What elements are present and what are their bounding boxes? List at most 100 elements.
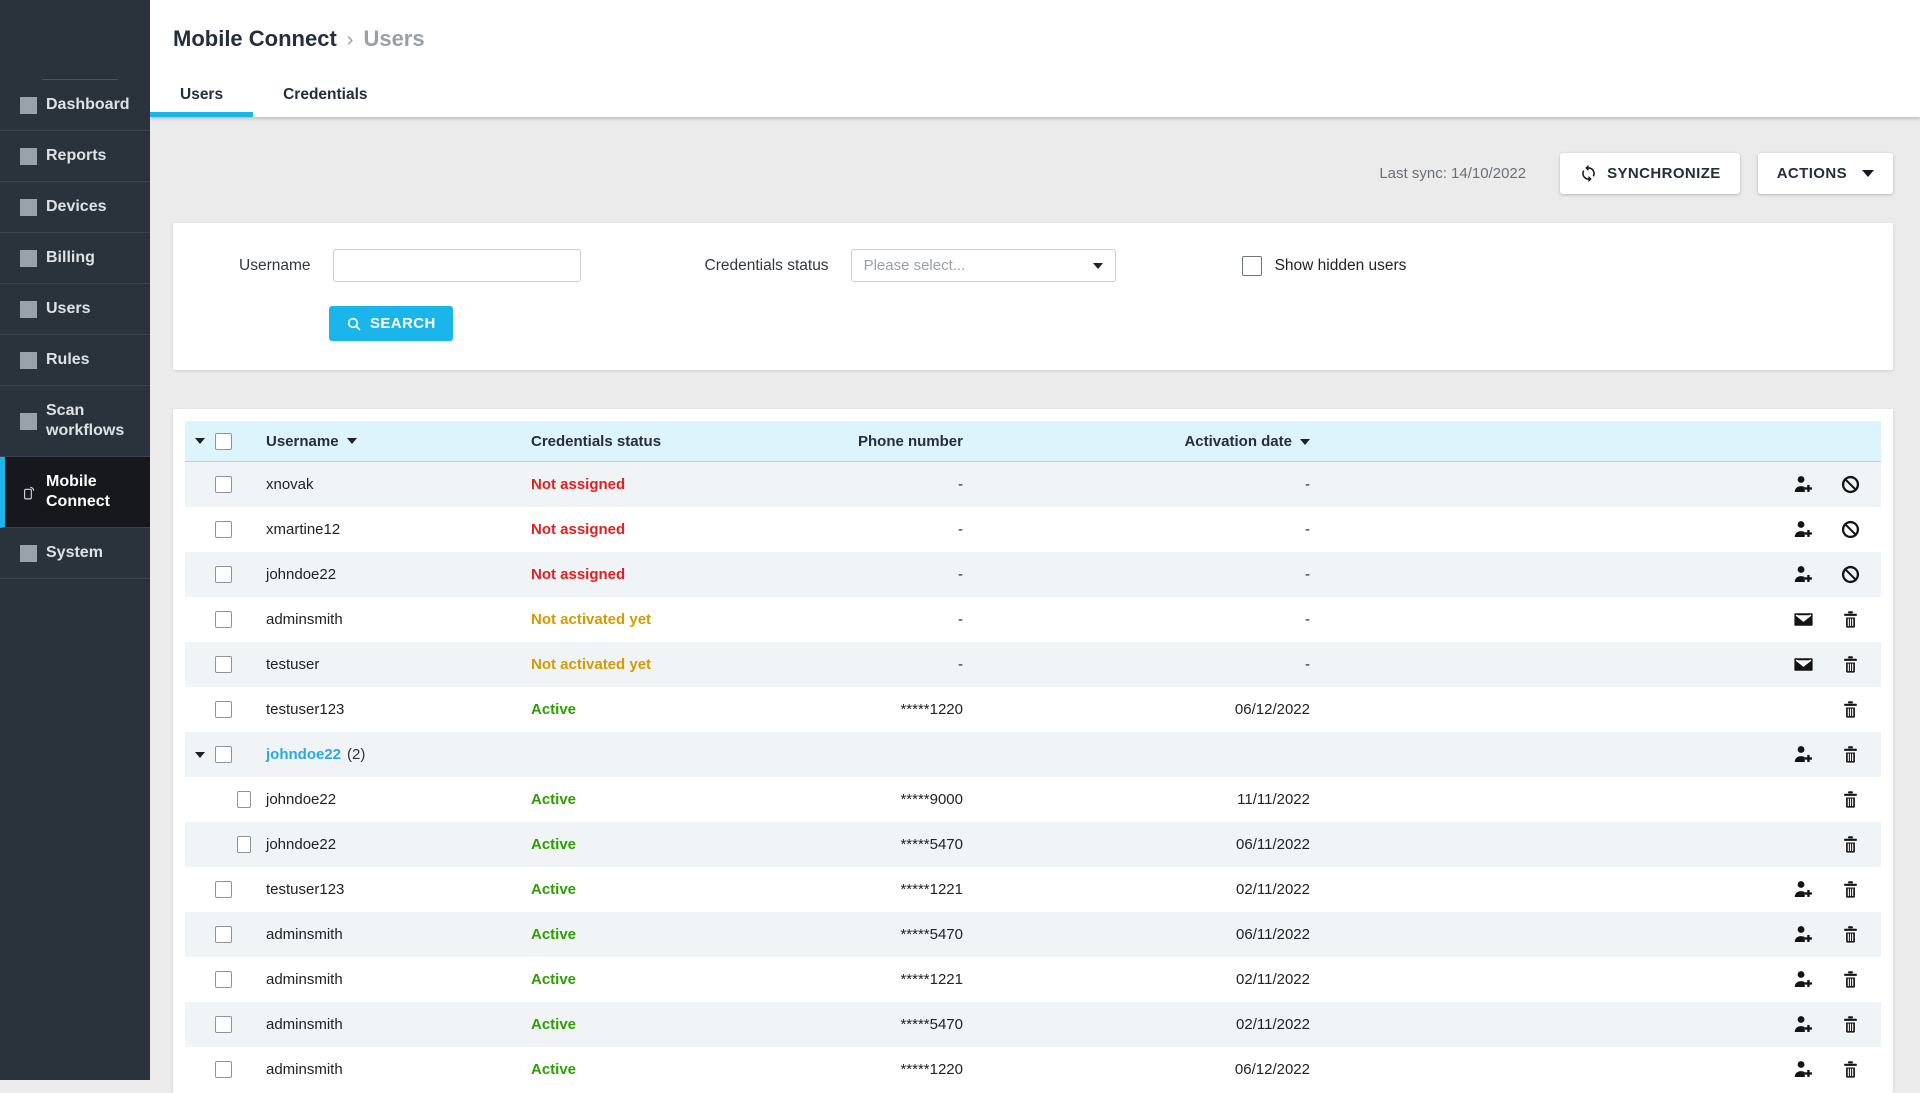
row-checkbox[interactable]: [215, 746, 232, 763]
show-hidden-users-label: Show hidden users: [1275, 257, 1407, 275]
row-checkbox[interactable]: [215, 476, 232, 493]
credentials-status-cell: Active: [531, 836, 576, 853]
column-header-phone-number[interactable]: Phone number: [781, 433, 963, 450]
credentials-status-cell: Active: [531, 971, 576, 988]
ban-icon[interactable]: [1840, 519, 1861, 540]
row-checkbox[interactable]: [237, 791, 251, 808]
tab-credentials[interactable]: Credentials: [253, 73, 397, 117]
trash-icon[interactable]: [1840, 1059, 1861, 1080]
trash-icon[interactable]: [1840, 969, 1861, 990]
row-checkbox[interactable]: [215, 926, 232, 943]
sidebar-item-reports[interactable]: Reports: [0, 131, 150, 182]
search-icon: [346, 316, 362, 332]
table-row: adminsmith Active *****5470 06/11/2022: [185, 912, 1881, 957]
select-all-checkbox[interactable]: [215, 433, 232, 450]
username-cell: xmartine12: [266, 521, 340, 538]
credentials-status-cell: Not assigned: [531, 521, 625, 538]
add-user-icon[interactable]: [1793, 519, 1814, 540]
trash-icon[interactable]: [1840, 609, 1861, 630]
trash-icon[interactable]: [1840, 744, 1861, 765]
username-cell: johndoe22: [266, 566, 336, 583]
activation-date-cell: -: [963, 521, 1310, 538]
activation-date-cell: -: [963, 656, 1310, 673]
add-user-icon[interactable]: [1793, 474, 1814, 495]
username-cell: adminsmith: [266, 611, 343, 628]
row-checkbox[interactable]: [215, 1061, 232, 1078]
search-button[interactable]: SEARCH: [329, 306, 453, 341]
table-row: xnovak Not assigned - -: [185, 462, 1881, 507]
row-checkbox[interactable]: [215, 521, 232, 538]
add-user-icon[interactable]: [1793, 969, 1814, 990]
username-cell: adminsmith: [266, 1016, 343, 1033]
add-user-icon[interactable]: [1793, 744, 1814, 765]
sidebar-item-users[interactable]: Users: [0, 284, 150, 335]
expand-all-caret-icon[interactable]: [195, 438, 205, 444]
username-label: Username: [239, 257, 311, 275]
activation-date-cell: 06/12/2022: [963, 1061, 1310, 1078]
trash-icon[interactable]: [1840, 654, 1861, 675]
sidebar-item-system[interactable]: System: [0, 528, 150, 579]
ban-icon[interactable]: [1840, 564, 1861, 585]
row-checkbox[interactable]: [215, 881, 232, 898]
tab-users[interactable]: Users: [150, 73, 253, 117]
synchronize-button[interactable]: SYNCHRONIZE: [1560, 153, 1740, 194]
trash-icon[interactable]: [1840, 879, 1861, 900]
username-input[interactable]: [333, 249, 581, 282]
activation-date-cell: -: [963, 476, 1310, 493]
add-user-icon[interactable]: [1793, 564, 1814, 585]
sidebar-item-rules[interactable]: Rules: [0, 335, 150, 386]
trash-icon[interactable]: [1840, 699, 1861, 720]
square-icon: [20, 301, 37, 318]
username-cell: xnovak: [266, 476, 314, 493]
row-actions: [1310, 1014, 1881, 1035]
column-header-activation-date[interactable]: Activation date: [963, 433, 1310, 450]
phone-number-cell: *****1221: [781, 971, 963, 988]
row-checkbox[interactable]: [215, 656, 232, 673]
row-checkbox[interactable]: [215, 701, 232, 718]
add-user-icon[interactable]: [1793, 879, 1814, 900]
trash-icon[interactable]: [1840, 834, 1861, 855]
phone-number-cell: *****1221: [781, 881, 963, 898]
row-checkbox[interactable]: [237, 836, 251, 853]
trash-icon[interactable]: [1840, 1014, 1861, 1035]
row-actions: [1310, 744, 1881, 765]
row-checkbox[interactable]: [215, 566, 232, 583]
username-cell[interactable]: johndoe22: [266, 746, 341, 763]
trash-icon[interactable]: [1840, 789, 1861, 810]
row-checkbox[interactable]: [215, 611, 232, 628]
breadcrumb-page: Users: [363, 26, 424, 51]
credentials-status-cell: Active: [531, 881, 576, 898]
sidebar-item-scan-workflows[interactable]: Scan workflows: [0, 386, 150, 457]
envelope-icon[interactable]: [1793, 654, 1814, 675]
sidebar-item-mobile-connect[interactable]: Mobile Connect: [0, 457, 150, 528]
username-cell: johndoe22: [266, 791, 336, 808]
row-actions: [1310, 564, 1881, 585]
users-table: Username Credentials status Phone number…: [173, 409, 1893, 1093]
expand-group-caret-icon[interactable]: [195, 752, 205, 758]
column-header-username[interactable]: Username: [251, 433, 531, 450]
column-header-credentials-status[interactable]: Credentials status: [531, 433, 781, 450]
actions-button[interactable]: ACTIONS: [1758, 153, 1893, 194]
activation-date-cell: 02/11/2022: [963, 1016, 1310, 1033]
sidebar-item-dashboard[interactable]: Dashboard: [0, 80, 150, 131]
table-row: testuser Not activated yet - -: [185, 642, 1881, 687]
username-cell: testuser123: [266, 881, 344, 898]
trash-icon[interactable]: [1840, 924, 1861, 945]
activation-date-cell: -: [963, 611, 1310, 628]
envelope-icon[interactable]: [1793, 609, 1814, 630]
credentials-status-cell: Not assigned: [531, 476, 625, 493]
credentials-status-select[interactable]: Please select...: [851, 249, 1116, 282]
sidebar-item-devices[interactable]: Devices: [0, 182, 150, 233]
square-icon: [20, 148, 37, 165]
show-hidden-users-checkbox[interactable]: [1242, 256, 1262, 276]
sidebar-item-billing[interactable]: Billing: [0, 233, 150, 284]
row-checkbox[interactable]: [215, 1016, 232, 1033]
breadcrumb-section[interactable]: Mobile Connect: [173, 26, 337, 51]
add-user-icon[interactable]: [1793, 1014, 1814, 1035]
add-user-icon[interactable]: [1793, 924, 1814, 945]
add-user-icon[interactable]: [1793, 1059, 1814, 1080]
ban-icon[interactable]: [1840, 474, 1861, 495]
row-checkbox[interactable]: [215, 971, 232, 988]
chevron-down-icon: [1862, 170, 1874, 177]
filter-panel: Username Credentials status Please selec…: [173, 223, 1893, 370]
